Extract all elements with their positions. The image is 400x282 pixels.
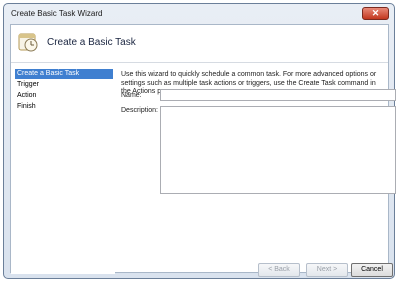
- name-field[interactable]: [160, 89, 396, 101]
- step-create-basic-task[interactable]: Create a Basic Task: [15, 69, 113, 79]
- description-label: Description:: [121, 107, 158, 114]
- step-action[interactable]: Action: [15, 91, 113, 101]
- step-trigger[interactable]: Trigger: [15, 80, 113, 90]
- name-label: Name:: [121, 92, 142, 99]
- wizard-header: Create a Basic Task: [11, 25, 388, 63]
- task-scheduler-icon: [18, 33, 38, 52]
- wizard-window: Create Basic Task Wizard ✕ Create a Basi…: [3, 3, 396, 279]
- back-button[interactable]: < Back: [258, 263, 300, 277]
- description-field[interactable]: [160, 106, 396, 194]
- page-title: Create a Basic Task: [47, 37, 136, 48]
- step-finish[interactable]: Finish: [15, 102, 113, 112]
- wizard-steps-sidebar: Create a Basic Task Trigger Action Finis…: [11, 65, 115, 274]
- close-icon: ✕: [371, 8, 380, 18]
- next-button[interactable]: Next >: [306, 263, 348, 277]
- close-button[interactable]: ✕: [362, 7, 389, 20]
- window-title: Create Basic Task Wizard: [11, 9, 103, 18]
- title-bar[interactable]: Create Basic Task Wizard ✕: [4, 4, 394, 24]
- cancel-button[interactable]: Cancel: [351, 263, 393, 277]
- wizard-client-area: Create a Basic Task Create a Basic Task …: [10, 24, 396, 274]
